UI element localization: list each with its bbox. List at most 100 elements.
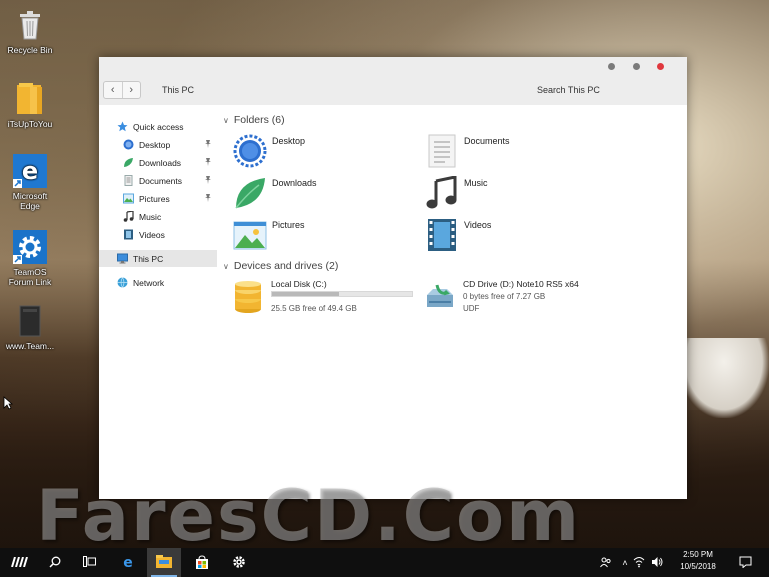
drive-filesystem: UDF	[463, 304, 480, 313]
desktop-icon-label: iTsUpToYou	[7, 119, 53, 129]
sidebar-item-music[interactable]: Music	[99, 208, 217, 225]
edge-icon: e	[121, 555, 135, 571]
music-folder-icon	[425, 175, 459, 210]
recycle-bin-icon	[13, 8, 47, 42]
folders-heading[interactable]: ∨ Folders (6)	[223, 114, 285, 126]
sidebar-item-quick-access[interactable]: Quick access	[99, 118, 217, 135]
back-button[interactable]: ‹	[104, 82, 122, 98]
folder-label: Videos	[464, 220, 492, 230]
desktop-icon-recycle-bin[interactable]: Recycle Bin	[2, 8, 58, 55]
volume-button[interactable]	[650, 548, 664, 577]
drive-local-disk-c[interactable]: Local Disk (C:) 25.5 GB free of 49.4 GB	[233, 279, 423, 315]
chevron-down-icon: ∨	[223, 261, 229, 271]
folder-videos[interactable]: Videos	[425, 218, 605, 254]
pin-icon	[205, 194, 211, 202]
taskbar-clock[interactable]: 2:50 PM 10/5/2018	[676, 549, 720, 573]
sidebar-item-this-pc[interactable]: This PC	[99, 250, 217, 267]
folder-label: Desktop	[272, 136, 306, 146]
chevron-up-icon: ˄	[622, 557, 628, 568]
sidebar-item-label: Downloads	[139, 157, 182, 168]
people-icon	[600, 556, 612, 570]
folder-label: Music	[464, 178, 488, 188]
folder-label: Documents	[464, 136, 510, 146]
pictures-folder-icon	[233, 218, 267, 252]
downloads-icon	[123, 157, 134, 168]
minimize-button[interactable]	[608, 63, 615, 70]
search-button[interactable]	[38, 548, 72, 577]
title-bar[interactable]: ‹ › This PC Search This PC	[99, 57, 687, 105]
chevron-right-icon: ›	[129, 84, 134, 96]
svg-text:e: e	[22, 157, 38, 185]
action-center-button[interactable]	[734, 548, 756, 577]
file-icon	[13, 304, 47, 338]
cd-drive-icon	[425, 281, 455, 311]
desktop-icon-itsuptoyou[interactable]: iTsUpToYou	[2, 82, 58, 129]
drive-label: Local Disk (C:)	[271, 279, 327, 289]
sidebar-item-desktop[interactable]: Desktop	[99, 136, 217, 153]
pictures-icon	[123, 193, 134, 204]
drive-usage-bar	[271, 291, 413, 297]
desktop-icon-teamos-forum[interactable]: TeamOS Forum Link	[2, 230, 58, 287]
videos-folder-icon	[425, 218, 459, 252]
sidebar-item-network[interactable]: Network	[99, 274, 217, 291]
svg-text:e: e	[123, 555, 133, 569]
navigation-buttons: ‹ ›	[103, 81, 141, 99]
clock-date: 10/5/2018	[680, 562, 716, 571]
chevron-down-icon: ∨	[223, 115, 229, 125]
sidebar-item-documents[interactable]: Documents	[99, 172, 217, 189]
folder-desktop[interactable]: Desktop	[233, 134, 413, 170]
show-hidden-icons-button[interactable]: ˄	[618, 548, 632, 577]
drive-detail: 25.5 GB free of 49.4 GB	[271, 304, 357, 313]
start-button[interactable]	[2, 548, 36, 577]
close-button[interactable]	[657, 63, 664, 70]
file-explorer-window: ‹ › This PC Search This PC Quick access …	[99, 57, 687, 499]
folder-label: Pictures	[272, 220, 305, 230]
drives-heading[interactable]: ∨ Devices and drives (2)	[223, 260, 338, 272]
section-title: Devices and drives (2)	[233, 260, 339, 272]
computer-icon	[117, 253, 128, 264]
desktop-icon-label: TeamOS Forum Link	[8, 267, 52, 287]
mouse-pointer-icon	[3, 396, 14, 412]
section-title: Folders (6)	[233, 114, 285, 126]
clock-time: 2:50 PM	[683, 550, 713, 559]
taskbar-edge[interactable]: e	[111, 548, 145, 577]
maximize-button[interactable]	[633, 63, 640, 70]
downloads-folder-icon	[233, 176, 267, 210]
sidebar-item-label: Desktop	[139, 139, 171, 150]
star-icon	[117, 121, 128, 132]
network-tray-button[interactable]	[632, 548, 646, 577]
sidebar-item-pictures[interactable]: Pictures	[99, 190, 217, 207]
people-button[interactable]	[598, 548, 614, 577]
sidebar-item-downloads[interactable]: Downloads	[99, 154, 217, 171]
sidebar-item-label: Videos	[139, 229, 165, 240]
folder-documents[interactable]: Documents	[425, 134, 605, 170]
drive-cd-d[interactable]: CD Drive (D:) Note10 RS5 x64 0 bytes fre…	[425, 279, 615, 315]
breadcrumb[interactable]: This PC	[162, 85, 194, 95]
network-icon	[633, 556, 645, 570]
pin-icon	[205, 140, 211, 148]
start-icon	[10, 556, 28, 569]
sidebar-item-label: Pictures	[139, 193, 170, 204]
desktop-icon-team-file[interactable]: www.Team...	[2, 304, 58, 351]
desktop-icon-label: Recycle Bin	[7, 45, 53, 55]
sidebar-item-label: Quick access	[133, 121, 184, 132]
desktop-icon-microsoft-edge[interactable]: e Microsoft Edge	[2, 154, 58, 211]
folder-music[interactable]: Music	[425, 175, 605, 212]
navigation-pane: Quick access Desktop Downloads Documents	[99, 105, 217, 499]
taskbar-store[interactable]	[185, 548, 219, 577]
folder-downloads[interactable]: Downloads	[233, 176, 413, 212]
drive-label: CD Drive (D:) Note10 RS5 x64	[463, 279, 579, 289]
sidebar-item-videos[interactable]: Videos	[99, 226, 217, 243]
task-view-button[interactable]	[72, 548, 106, 577]
search-input[interactable]: Search This PC	[537, 85, 600, 95]
hard-disk-icon	[233, 281, 263, 313]
forward-button[interactable]: ›	[121, 82, 141, 98]
desktop-icon-label: www.Team...	[5, 341, 55, 351]
gear-icon	[232, 555, 246, 571]
speaker-icon	[651, 556, 663, 570]
sidebar-item-label: Documents	[139, 175, 182, 186]
taskbar-settings[interactable]	[222, 548, 256, 577]
drive-usage-fill	[272, 292, 340, 296]
taskbar-file-explorer[interactable]	[147, 548, 181, 577]
folder-pictures[interactable]: Pictures	[233, 218, 413, 254]
